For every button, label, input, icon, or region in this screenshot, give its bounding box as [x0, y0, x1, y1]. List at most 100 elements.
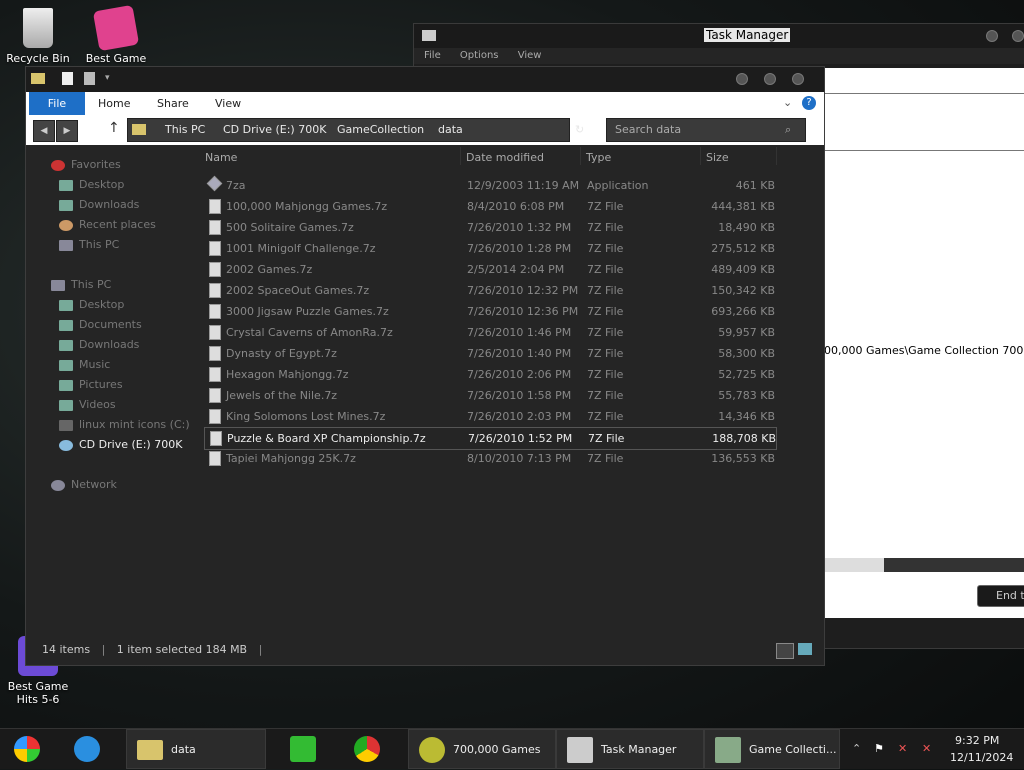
nav-this-pc[interactable]: This PC: [51, 276, 111, 294]
maximize-button[interactable]: [764, 73, 776, 85]
file-row[interactable]: 7za 12/9/2003 11:19 AM Application 461 KB: [204, 175, 775, 196]
end-task-button[interactable]: End t: [977, 585, 1024, 607]
file-icon: [209, 199, 221, 214]
nav-fav-recent[interactable]: Recent places: [59, 216, 156, 234]
taskbar-chrome[interactable]: [344, 729, 394, 769]
nav-pc-cd-drive[interactable]: CD Drive (E:) 700K: [59, 436, 182, 454]
menu-view[interactable]: View: [518, 48, 542, 64]
column-divider[interactable]: [700, 147, 701, 165]
nav-pc-pictures[interactable]: Pictures: [59, 376, 123, 394]
file-size: 18,490 KB: [718, 221, 775, 234]
column-header-type[interactable]: Type: [586, 151, 611, 164]
file-row[interactable]: Tapiei Mahjongg 25K.7z 8/10/2010 7:13 PM 7…: [204, 448, 775, 469]
volume-muted-icon[interactable]: ✕: [922, 729, 931, 769]
nav-pc-music[interactable]: Music: [59, 356, 110, 374]
explorer-titlebar[interactable]: ▾: [26, 67, 824, 92]
dice-icon: [92, 4, 140, 52]
close-button[interactable]: [1012, 30, 1024, 42]
flag-icon[interactable]: ⚑: [874, 729, 884, 769]
taskbar-item-data[interactable]: data: [126, 729, 266, 769]
taskbar-internet-explorer[interactable]: [64, 729, 114, 769]
clock-time[interactable]: 9:32 PM: [955, 734, 999, 747]
column-header-name[interactable]: Name: [205, 151, 237, 164]
file-row[interactable]: 2002 SpaceOut Games.7z 7/26/2010 12:32 PM…: [204, 280, 775, 301]
network-icon[interactable]: ✕: [898, 729, 907, 769]
computer-icon: [51, 279, 65, 291]
file-type: 7Z File: [587, 389, 624, 402]
file-row[interactable]: 2002 Games.7z 2/5/2014 2:04 PM 7Z File 489,…: [204, 259, 775, 280]
show-hidden-icons-chevron-icon[interactable]: ⌃: [852, 729, 861, 769]
tab-home[interactable]: Home: [98, 92, 130, 115]
taskbar-item-task-manager[interactable]: Task Manager: [556, 729, 704, 769]
forward-button[interactable]: ▶: [56, 120, 78, 142]
file-row[interactable]: Jewels of the Nile.7z 7/26/2010 1:58 PM 7Z…: [204, 385, 775, 406]
search-placeholder: Search data: [615, 123, 682, 136]
nav-network[interactable]: Network: [51, 476, 117, 494]
breadcrumb-this-pc[interactable]: This PC: [165, 123, 205, 136]
scrollbar-thumb[interactable]: [884, 558, 1024, 572]
file-row[interactable]: Dynasty of Egypt.7z 7/26/2010 1:40 PM 7Z F…: [204, 343, 775, 364]
chevron-down-icon[interactable]: ▾: [105, 73, 110, 83]
file-row[interactable]: 500 Solitaire Games.7z 7/26/2010 1:32 PM 7…: [204, 217, 775, 238]
chevron-down-icon[interactable]: ⌄: [783, 96, 792, 109]
music-icon: [59, 359, 73, 371]
nav-fav-downloads[interactable]: Downloads: [59, 196, 139, 214]
tab-view[interactable]: View: [215, 92, 241, 115]
clock-date[interactable]: 12/11/2024: [950, 751, 1013, 764]
file-row[interactable]: 100,000 Mahjongg Games.7z 8/4/2010 6:08 P…: [204, 196, 775, 217]
column-header-date[interactable]: Date modified: [466, 151, 544, 164]
file-row[interactable]: 1001 Minigolf Challenge.7z 7/26/2010 1:28…: [204, 238, 775, 259]
nav-pc-drive-c[interactable]: linux mint icons (C:): [59, 416, 190, 434]
new-folder-icon[interactable]: [84, 72, 95, 85]
file-row[interactable]: Hexagon Mahjongg.7z 7/26/2010 2:06 PM 7Z F…: [204, 364, 775, 385]
taskbar-store[interactable]: [280, 729, 330, 769]
file-row[interactable]: Puzzle & Board XP Championship.7z 7/26/20…: [204, 427, 777, 450]
close-button[interactable]: [792, 73, 804, 85]
file-row[interactable]: Crystal Caverns of AmonRa.7z 7/26/2010 1:…: [204, 322, 775, 343]
column-divider[interactable]: [460, 147, 461, 165]
minimize-button[interactable]: [986, 30, 998, 42]
address-bar[interactable]: This PC CD Drive (E:) 700K GameCollectio…: [127, 118, 584, 142]
taskbar-item-700000-games[interactable]: 700,000 Games: [408, 729, 556, 769]
nav-fav-desktop[interactable]: Desktop: [59, 176, 124, 194]
nav-pc-documents[interactable]: Documents: [59, 316, 142, 334]
desktop-icon-best-game[interactable]: Best Game: [84, 4, 148, 65]
large-icons-view-button[interactable]: [798, 643, 812, 655]
nav-fav-this-pc[interactable]: This PC: [59, 236, 119, 254]
nav-favorites[interactable]: Favorites: [51, 156, 121, 174]
up-arrow-icon[interactable]: ↑: [108, 120, 120, 136]
details-view-button[interactable]: [776, 643, 794, 659]
breadcrumb-cd-drive[interactable]: CD Drive (E:) 700K: [223, 123, 326, 136]
nav-pc-videos[interactable]: Videos: [59, 396, 116, 414]
column-divider[interactable]: [580, 147, 581, 165]
taskbar-item-game-collection[interactable]: Game Collecti...: [704, 729, 840, 769]
menu-options[interactable]: Options: [460, 48, 499, 64]
breadcrumb-gamecollection[interactable]: GameCollection: [337, 123, 424, 136]
file-explorer-window[interactable]: ▾ File Home Share View ⌄ ? ◀ ▶ ↑ This PC…: [25, 66, 825, 666]
column-divider[interactable]: [776, 147, 777, 165]
file-row[interactable]: King Solomons Lost Mines.7z 7/26/2010 2:0…: [204, 406, 775, 427]
menu-file[interactable]: File: [424, 48, 441, 64]
nav-pc-desktop[interactable]: Desktop: [59, 296, 124, 314]
desktop-icon-recycle-bin[interactable]: Recycle Bin: [6, 8, 70, 65]
nav-pc-downloads[interactable]: Downloads: [59, 336, 139, 354]
search-icon[interactable]: ⌕: [785, 123, 791, 137]
back-button[interactable]: ◀: [33, 120, 55, 142]
navigation-bar: ◀ ▶ ↑ This PC CD Drive (E:) 700K GameCol…: [26, 115, 824, 145]
file-row[interactable]: 3000 Jigsaw Puzzle Games.7z 7/26/2010 12:…: [204, 301, 775, 322]
file-size: 14,346 KB: [718, 410, 775, 423]
minimize-button[interactable]: [736, 73, 748, 85]
file-date: 7/26/2010 1:28 PM: [467, 242, 572, 255]
column-header-size[interactable]: Size: [706, 151, 729, 164]
downloads-icon: [59, 199, 73, 211]
refresh-icon[interactable]: ↻: [575, 123, 584, 136]
help-icon[interactable]: ?: [802, 96, 816, 110]
tab-share[interactable]: Share: [157, 92, 189, 115]
properties-icon[interactable]: [62, 72, 73, 85]
file-date: 7/26/2010 1:32 PM: [467, 221, 572, 234]
start-button[interactable]: [4, 729, 48, 769]
search-input[interactable]: Search data ⌕: [606, 118, 806, 142]
tab-file[interactable]: File: [29, 92, 85, 115]
breadcrumb-data[interactable]: data: [438, 123, 463, 136]
task-manager-titlebar[interactable]: Task Manager: [414, 24, 1024, 48]
